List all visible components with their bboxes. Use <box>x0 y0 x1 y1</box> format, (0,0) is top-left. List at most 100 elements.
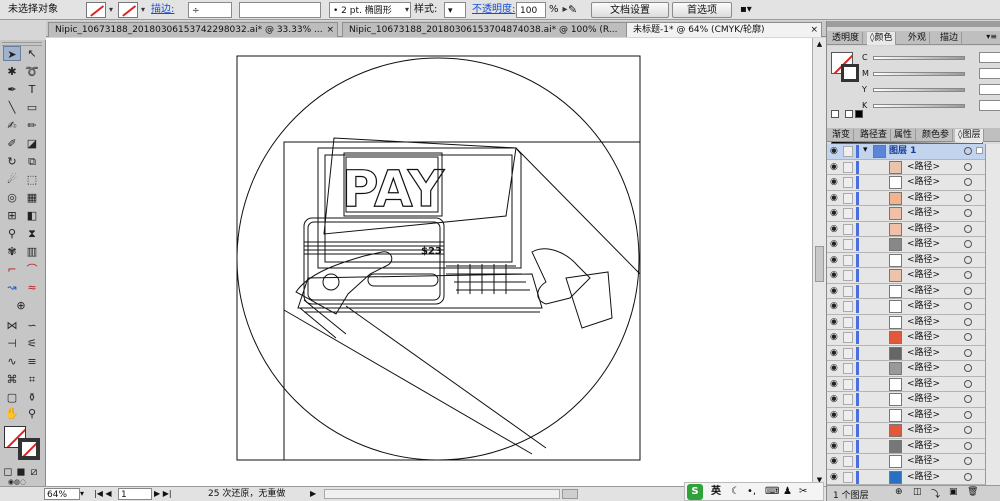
eye-icon[interactable]: ◉ <box>830 255 838 266</box>
eye-icon[interactable]: ◉ <box>830 270 838 281</box>
shape-builder-tool-icon[interactable]: ◎ <box>3 190 21 205</box>
column-graph-tool-icon[interactable]: ▥ <box>23 244 41 259</box>
eye-icon[interactable]: ◉ <box>830 332 838 343</box>
path-row[interactable]: ◉ <路径> <box>827 361 985 377</box>
eye-icon[interactable]: ◉ <box>830 317 838 328</box>
eraser-tool-icon[interactable]: ◪ <box>23 136 41 151</box>
tab-appearance[interactable]: 外观 <box>905 32 931 45</box>
target-icon[interactable] <box>964 147 972 155</box>
mesh-tool-icon[interactable]: ⊞ <box>3 208 21 223</box>
none-swatch[interactable] <box>831 110 839 118</box>
close-icon[interactable]: × <box>810 23 818 37</box>
pencil-tool-icon[interactable]: ✏ <box>23 118 41 133</box>
type-tool-icon[interactable]: T <box>23 82 41 97</box>
target-icon[interactable] <box>964 333 972 341</box>
tab-document-3[interactable]: 未标题-1* @ 64% (CMYK/轮廓) × <box>626 22 822 37</box>
blend-tool-icon[interactable]: ⧗ <box>23 226 41 241</box>
brush-dropdown-icon[interactable]: ▾ <box>402 2 412 18</box>
selection-tool-icon[interactable]: ➤ <box>3 46 21 61</box>
document-setup-button[interactable]: 文档设置 <box>591 2 669 18</box>
lock-toggle[interactable] <box>843 285 853 297</box>
lock-toggle[interactable] <box>843 456 853 467</box>
width-tool-icon[interactable]: ↝ <box>3 280 21 295</box>
eye-icon[interactable]: ◉ <box>830 208 838 219</box>
path-label[interactable]: <路径> <box>907 455 940 468</box>
lock-toggle[interactable] <box>843 363 853 374</box>
moon-icon[interactable]: ☾ <box>731 483 740 500</box>
new-layer-icon[interactable]: ▣ <box>949 487 958 497</box>
target-icon[interactable] <box>964 379 972 388</box>
path-row[interactable]: ◉ <路径> <box>827 299 985 315</box>
panel-menu-icon[interactable]: ▾≡ <box>986 32 997 41</box>
close-icon[interactable]: × <box>326 23 334 37</box>
fill-stroke-control[interactable] <box>4 426 42 460</box>
smooth-tool-icon[interactable]: ∿ <box>3 354 21 369</box>
path-label[interactable]: <路径> <box>907 269 940 282</box>
lock-toggle[interactable] <box>843 301 853 312</box>
path-row[interactable]: ◉ <路径> <box>827 221 985 237</box>
lock-toggle[interactable] <box>843 332 853 343</box>
convert-anchor-tool-icon[interactable]: ⚟ <box>23 336 41 351</box>
zoom-field[interactable]: 64% <box>44 488 80 500</box>
white-swatch[interactable] <box>845 110 853 118</box>
cmyk-m-slider[interactable] <box>873 72 965 76</box>
path-eraser-tool-icon[interactable]: ≡ <box>23 354 41 369</box>
path-label[interactable]: <路径> <box>907 440 940 453</box>
magic-wand-tool-icon[interactable]: ✱ <box>3 64 21 79</box>
path-label[interactable]: <路径> <box>907 378 940 391</box>
stroke-link[interactable]: 描边: <box>151 2 174 18</box>
live-paint-selection-tool-icon[interactable]: ⚱ <box>23 390 41 405</box>
target-icon[interactable] <box>964 255 972 264</box>
eye-icon[interactable]: ◉ <box>830 146 838 157</box>
path-label[interactable]: <路径> <box>907 161 940 174</box>
scale-tool-icon[interactable]: ⧉ <box>23 154 41 169</box>
tools-icon[interactable]: ✂ <box>799 483 807 500</box>
cmyk-c-slider[interactable] <box>873 56 965 60</box>
eye-icon[interactable]: ◉ <box>830 410 838 421</box>
path-row[interactable]: ◉ <路径> <box>827 392 985 408</box>
none-mode-icon[interactable]: ⧄ <box>28 464 40 479</box>
path-row[interactable]: ◉ <路径> <box>827 423 985 439</box>
gradient-tool-icon[interactable]: ◧ <box>23 208 41 223</box>
lock-toggle[interactable] <box>843 394 853 405</box>
lock-toggle[interactable] <box>843 208 853 219</box>
target-icon[interactable] <box>964 178 972 186</box>
target-icon[interactable] <box>964 302 972 310</box>
cmyk-m-row[interactable]: M <box>855 68 1000 80</box>
panel-dock-header[interactable] <box>827 21 1000 27</box>
path-label[interactable]: <路径> <box>907 362 940 375</box>
hand-tool-icon[interactable]: ✋ <box>3 406 21 421</box>
path-label[interactable]: <路径> <box>907 192 940 205</box>
target-icon[interactable] <box>964 364 972 372</box>
path-row[interactable]: ◉ <路径> <box>827 314 985 330</box>
measure-tool-icon[interactable]: ⌘ <box>3 372 21 387</box>
paintbrush-tool-icon[interactable]: ✍ <box>3 118 21 133</box>
layers-scrollbar[interactable] <box>985 144 1000 485</box>
locate-object-icon[interactable]: ⊕ <box>895 487 903 497</box>
target-icon[interactable] <box>964 240 972 248</box>
blob-brush-tool-icon[interactable]: ✐ <box>3 136 21 151</box>
path-row[interactable]: ◉ <路径> <box>827 376 985 392</box>
lock-toggle[interactable] <box>843 161 853 173</box>
target-icon[interactable] <box>964 209 972 217</box>
lock-toggle[interactable] <box>843 471 853 483</box>
clipping-mask-icon[interactable]: ◫ <box>913 487 922 497</box>
anchor-tool-icon[interactable]: ⊣ <box>3 336 21 351</box>
lock-toggle[interactable] <box>843 316 853 328</box>
layer-name[interactable]: 图层 1 <box>889 145 916 158</box>
eye-icon[interactable]: ◉ <box>830 348 838 359</box>
horizontal-scroll-thumb[interactable] <box>562 489 578 499</box>
print-tiling-tool-icon[interactable]: ▢ <box>3 390 21 405</box>
warp-tool-icon[interactable]: ☄ <box>3 172 21 187</box>
eyedropper-tool-icon[interactable]: ⚲ <box>3 226 21 241</box>
lasso-tool-icon[interactable]: ➰ <box>23 64 41 79</box>
tab-transparency[interactable]: 透明度 <box>829 32 864 45</box>
stroke-swatch[interactable] <box>118 2 138 18</box>
eye-icon[interactable]: ◉ <box>830 301 838 312</box>
lock-toggle[interactable] <box>843 347 853 359</box>
eye-icon[interactable]: ◉ <box>830 224 838 235</box>
expand-icon[interactable]: ▾ <box>863 145 868 155</box>
path-row[interactable]: ◉ <路径> <box>827 175 985 191</box>
path-label[interactable]: <路径> <box>907 238 940 251</box>
target-icon[interactable] <box>964 395 972 403</box>
